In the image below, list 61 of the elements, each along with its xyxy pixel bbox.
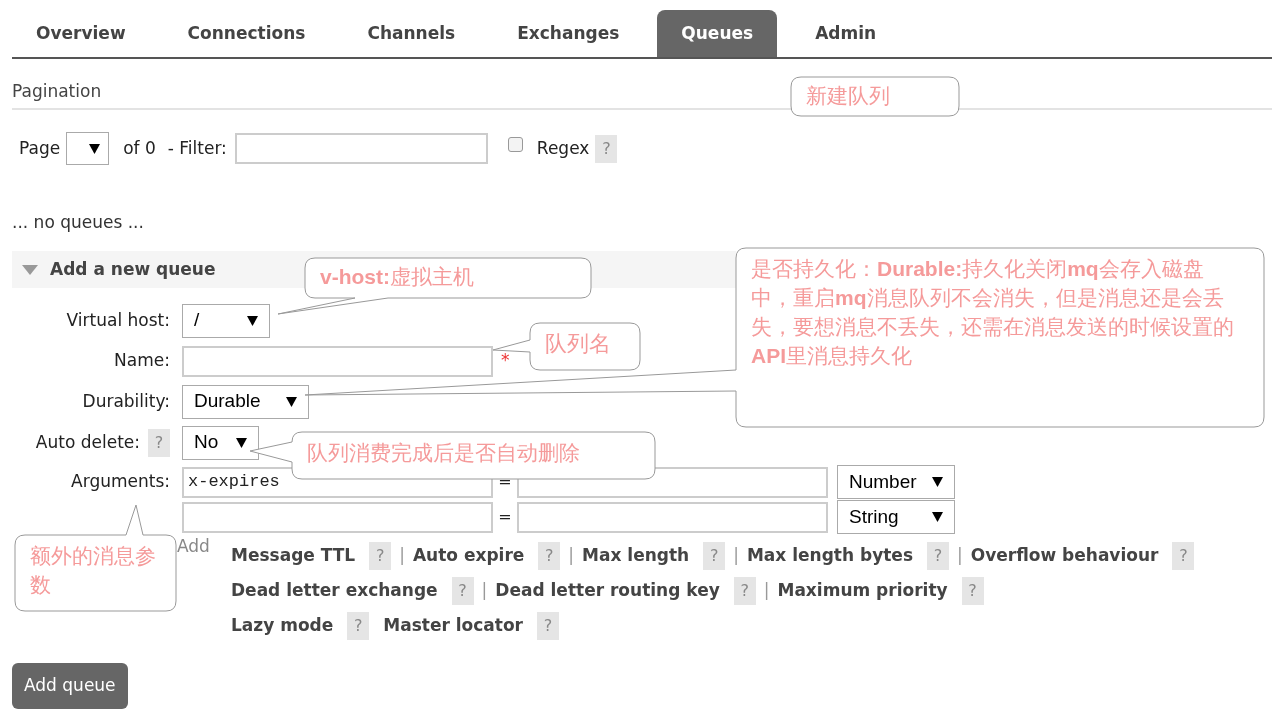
caret-down-icon (89, 143, 101, 154)
annotation-tooltip-text: 新建队列 (806, 83, 890, 109)
page-dropdown[interactable] (66, 132, 110, 165)
add-queue-button[interactable]: Add queue (12, 663, 128, 709)
annotation-tooltip-text: 队列消费完成后是否自动删除 (307, 440, 580, 466)
argument-link[interactable]: Dead letter exchange (231, 577, 438, 604)
argument-link[interactable]: Message TTL (231, 542, 356, 569)
caret-down-icon (247, 315, 258, 326)
nav-tab[interactable]: Admin (791, 10, 901, 57)
required-mark: * (501, 349, 510, 373)
argument-link[interactable]: Maximum priority (777, 577, 948, 604)
add-label: Add (177, 535, 211, 558)
nav-tab[interactable]: Exchanges (493, 10, 644, 57)
argument-link[interactable]: Dead letter routing key (495, 577, 720, 604)
nav-tab[interactable]: Channels (343, 10, 480, 57)
equals-sign: = (497, 506, 513, 528)
annotation-tooltip-text: 队列名 (545, 330, 611, 358)
argument-link[interactable]: Max length (582, 542, 690, 569)
empty-message: ... no queues ... (12, 211, 144, 232)
separator: | (481, 578, 488, 602)
regex-label: Regex (536, 136, 590, 160)
annotation-tooltip-text: 额外的消息参数 (30, 543, 157, 598)
field-label: Durability: (82, 389, 170, 413)
nav-tab[interactable]: Queues (657, 10, 778, 57)
annotation-tooltip-text: v-host:虚拟主机 (320, 264, 474, 290)
field-label: Name: (114, 349, 170, 373)
separator: | (568, 543, 575, 567)
field-label: Auto delete: (35, 430, 140, 454)
caret-down-icon (932, 512, 943, 522)
argument-link[interactable]: Overflow behaviour (970, 542, 1159, 569)
page-label: Page (19, 136, 61, 160)
field-label: Virtual host: (66, 308, 170, 332)
dropdown[interactable]: Durable (182, 384, 309, 419)
caret-down-icon (286, 396, 297, 407)
argument-link[interactable]: Max length bytes (746, 542, 913, 569)
filter-label: - Filter: (167, 136, 227, 160)
dropdown[interactable]: Number (837, 465, 955, 499)
caret-down-icon (932, 477, 943, 487)
argument-key-input[interactable] (182, 501, 493, 533)
name-input[interactable] (182, 345, 493, 377)
section-title: Pagination (12, 81, 102, 101)
dropdown[interactable]: / (182, 303, 270, 338)
nav-tab[interactable]: Connections (163, 10, 330, 57)
dropdown[interactable]: No (182, 425, 259, 460)
page-count: of 0 (123, 136, 156, 160)
argument-link[interactable]: Auto expire (412, 542, 525, 569)
separator: | (733, 543, 739, 567)
argument-link[interactable]: Lazy mode (231, 612, 334, 639)
regex-checkbox[interactable] (507, 137, 523, 152)
separator: | (957, 543, 963, 567)
separator: | (763, 578, 770, 602)
filter-input[interactable] (234, 133, 488, 164)
equals-sign: = (497, 471, 513, 493)
argument-value-input[interactable] (517, 501, 828, 533)
annotation-tooltip-text: 是否持久化：Durable:持久化关闭mq会存入磁盘中，重启mq消息队列不会消失，但是消息还是会丢失，要想消息不丢失，还需在消息发送的时候设置的API里消息持久化 (751, 256, 1235, 369)
dropdown[interactable]: String (837, 500, 955, 534)
caret-down-icon (236, 437, 247, 448)
separator: | (399, 543, 405, 567)
field-label: Arguments: (71, 470, 170, 494)
argument-link[interactable]: Master locator (383, 612, 523, 639)
nav-tab[interactable]: Overview (12, 10, 150, 57)
